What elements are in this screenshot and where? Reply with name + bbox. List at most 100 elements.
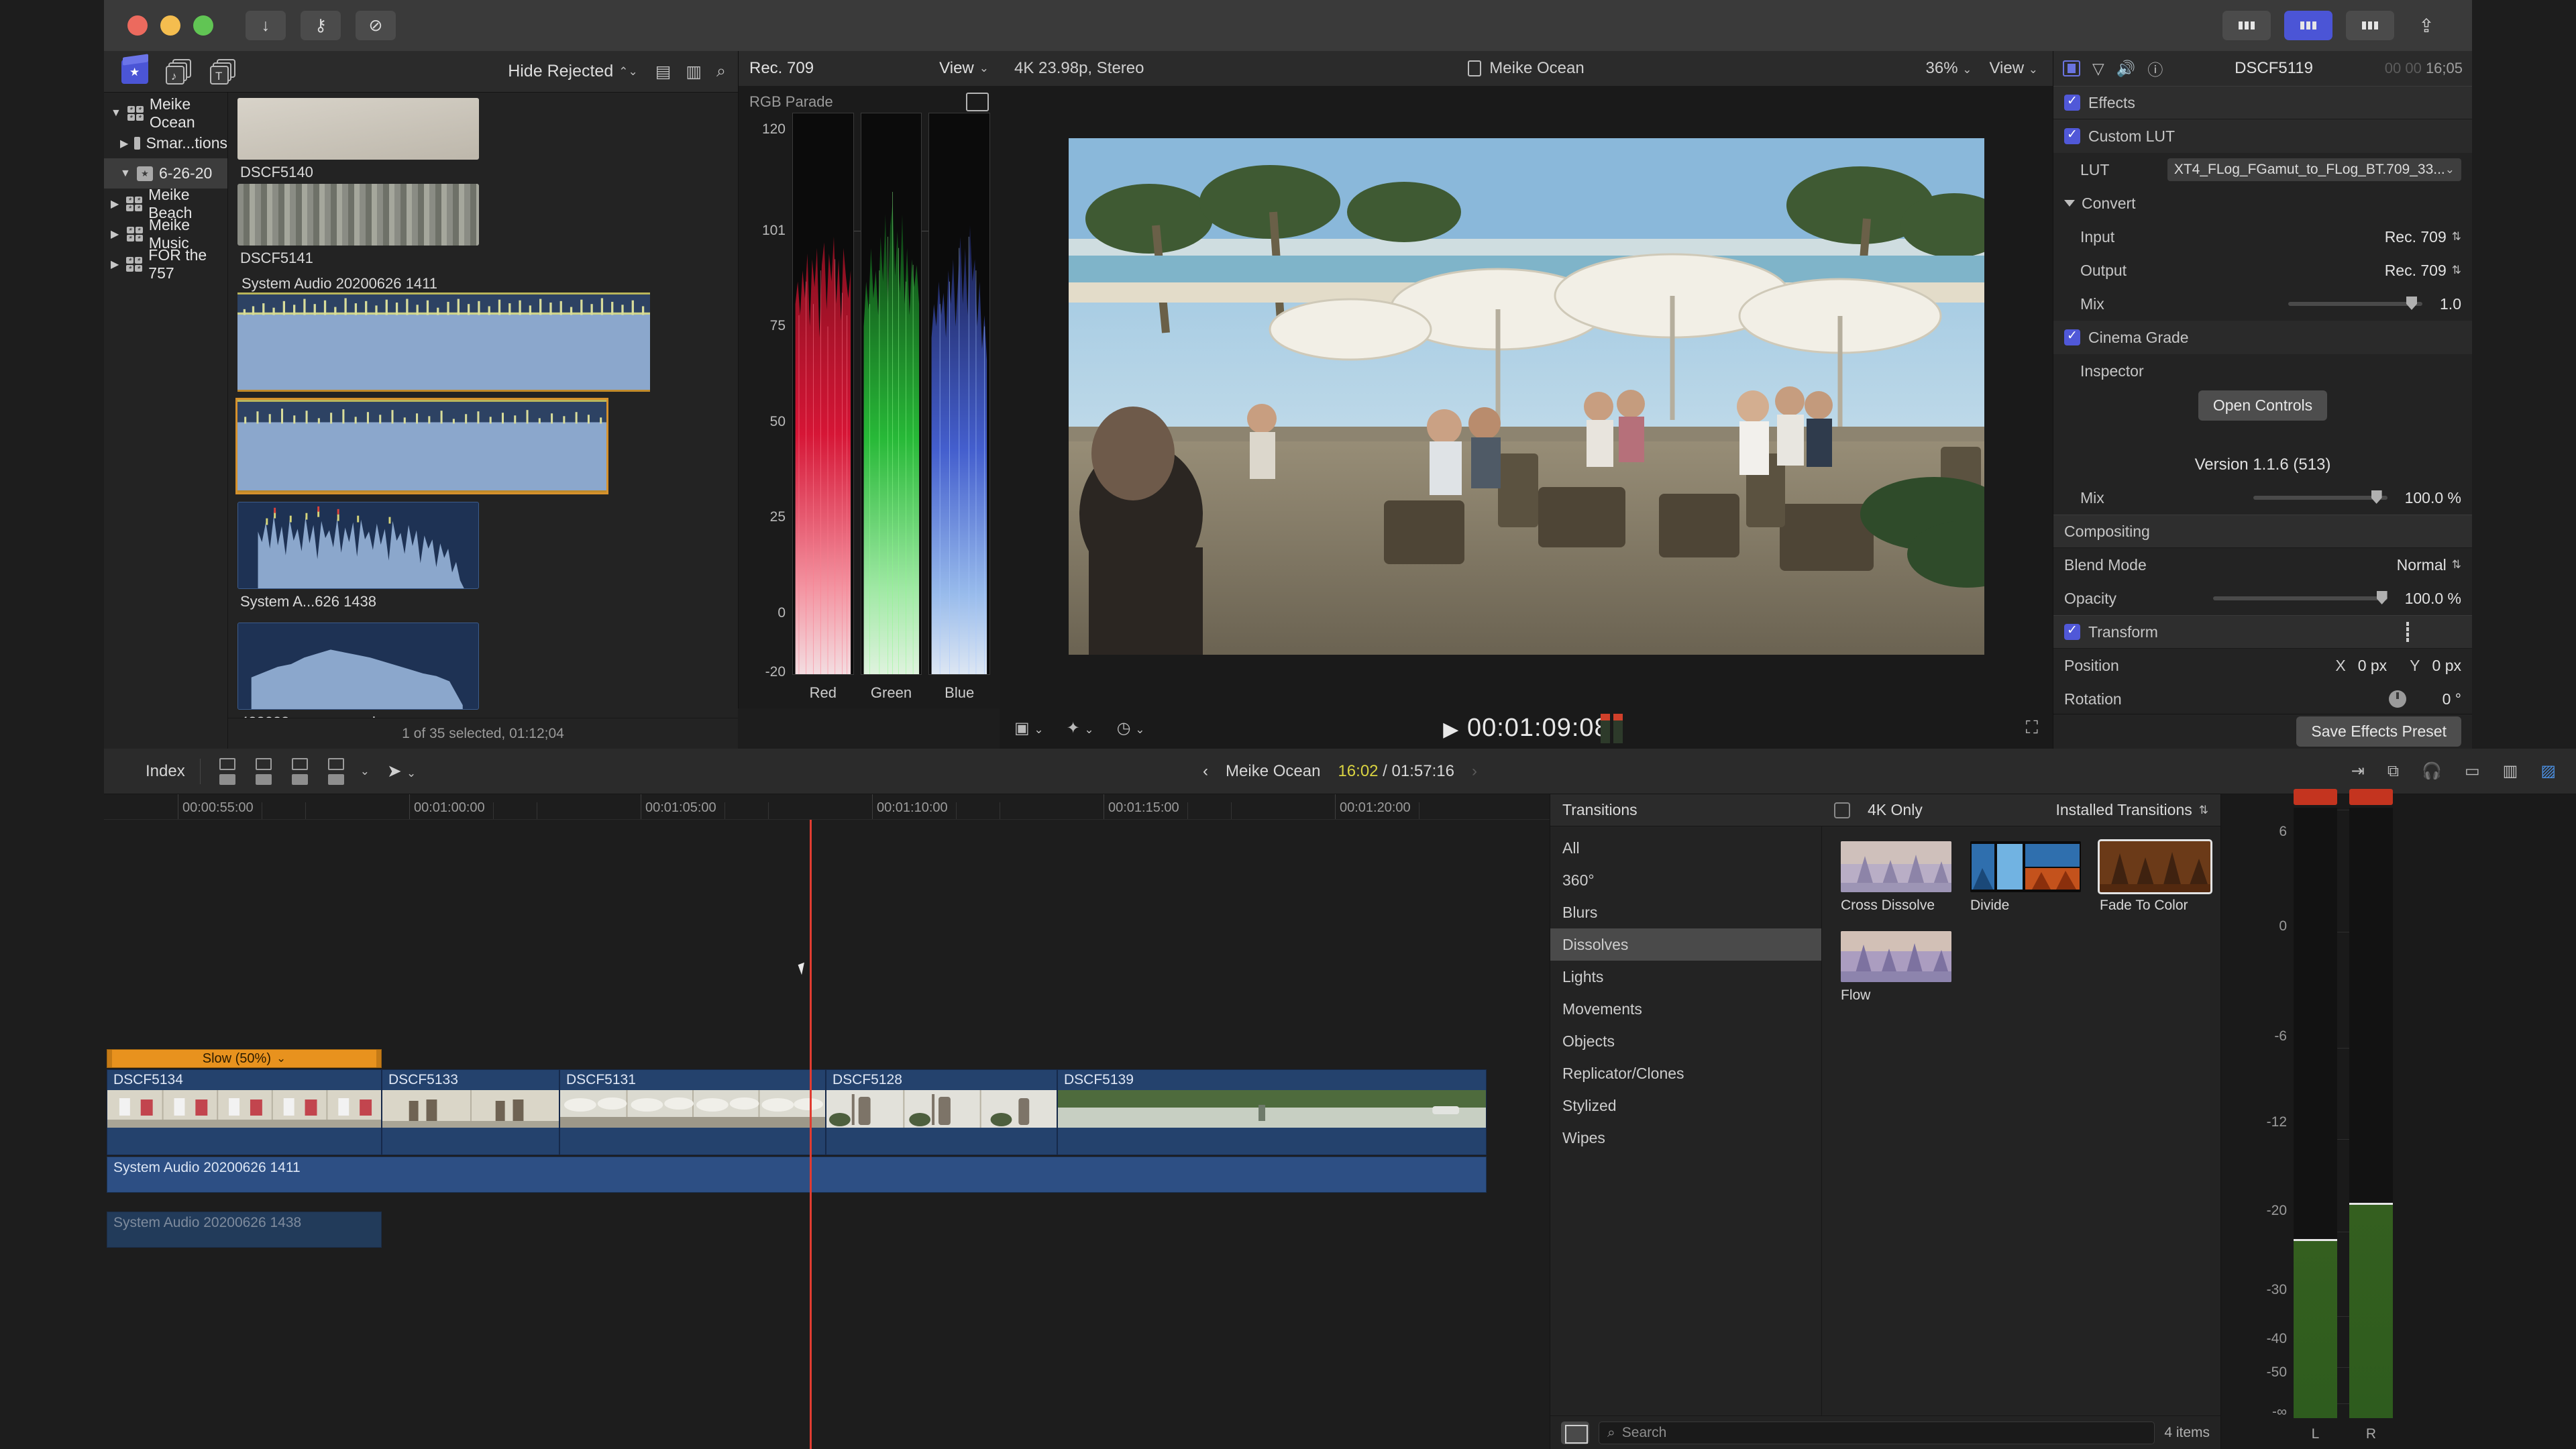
minimize-button[interactable] [160,15,180,36]
list-view-icon[interactable]: ▤ [655,62,672,82]
meter-clip-indicator-left[interactable] [2294,789,2337,805]
browser-toggle-icon[interactable] [2222,11,2271,40]
disclosure-triangle-icon[interactable]: ▶ [120,137,128,150]
info-tab-icon[interactable]: ▽ [2092,60,2104,78]
lut-dropdown[interactable]: XT4_FLog_FGamut_to_FLog_BT.709_33... ⌄ [2167,158,2461,181]
disclosure-triangle-icon[interactable]: ▼ [111,107,121,119]
zoom-icon[interactable]: ▭ [2465,761,2480,781]
browser-audio-clip[interactable]: System Audio 20200626 1411 [237,271,650,392]
select-tool-icon[interactable]: ➤ ⌄ [387,761,416,782]
chevron-down-icon[interactable]: ⌄ [360,765,370,778]
audio-meters-panel[interactable]: 6 0 -6 -12 -20 -30 -40 -50 -∞ L R [2220,789,2576,1449]
transition-item[interactable]: Cross Dissolve [1841,841,1951,914]
sidebar-toggle-icon[interactable] [1561,1421,1589,1444]
position-x-value[interactable]: 0 px [2358,657,2387,675]
viewer-audio-meter[interactable] [1601,714,1623,743]
category-wipes[interactable]: Wipes [1550,1122,1821,1154]
cinema-grade-checkbox[interactable] [2064,328,2080,345]
close-button[interactable] [127,15,148,36]
titles-browser-icon[interactable]: T [205,57,242,87]
mix-slider[interactable] [2288,297,2423,310]
audio-tab-icon[interactable]: 🔊 [2116,60,2136,78]
sidebar-item-for-the-757[interactable]: ▶ ★ ★ ★ ★ FOR the 757 [104,246,227,282]
forward-chevron-icon[interactable]: › [1472,762,1477,781]
transition-item-selected[interactable]: Fade To Color [2098,839,2212,914]
timeline-audio-clip[interactable]: System Audio 20200626 1438 [107,1212,382,1248]
trim-icon[interactable]: ⇥ [2351,761,2365,781]
custom-lut-section[interactable]: Custom LUT [2053,119,2472,153]
disclosure-triangle-icon[interactable]: ▶ [111,227,121,241]
position-y-value[interactable]: 0 px [2432,657,2461,675]
input-popup[interactable]: Rec. 709 ⇅ [2385,228,2461,246]
playhead[interactable] [810,820,812,1449]
category-all[interactable]: All [1550,832,1821,864]
audio-icon[interactable]: 🎧 [2422,761,2442,781]
rotation-dial[interactable] [2388,690,2406,708]
clip-appearance-icon[interactable]: ⧉ [2387,762,2399,781]
category-objects[interactable]: Objects [1550,1025,1821,1057]
timeline-clip[interactable]: DSCF5139 [1057,1069,1487,1155]
timeline-body[interactable]: Slow (50%) ⌄ DSCF5134 DSCF5133 DSCF5131 … [104,820,1550,1449]
open-controls-button[interactable]: Open Controls [2198,390,2328,421]
media-browser-icon[interactable] [116,57,154,87]
opacity-slider[interactable] [2212,591,2387,604]
retime-bar[interactable]: Slow (50%) ⌄ [107,1049,382,1068]
timeline-clip[interactable]: DSCF5133 [382,1069,559,1155]
save-effects-preset-button[interactable]: Save Effects Preset [2296,716,2461,747]
category-lights[interactable]: Lights [1550,961,1821,993]
category-360[interactable]: 360° [1550,864,1821,896]
category-stylized[interactable]: Stylized [1550,1089,1821,1122]
audio-browser-icon[interactable]: ♪ [160,57,198,87]
transition-item[interactable]: Divide [1970,841,2081,914]
sidebar-item-meike-ocean[interactable]: ▼ ★ ★ ★ ★ Meike Ocean [104,95,227,131]
meter-clip-indicator-right[interactable] [2349,789,2393,805]
filmstrip-view-icon[interactable]: ▥ [686,62,702,82]
custom-lut-checkbox[interactable] [2064,127,2080,144]
video-tab-icon[interactable] [2063,60,2080,76]
browser-audio-clip[interactable]: System A...626 1438 [237,502,479,610]
hide-rejected-filter[interactable]: Hide Rejected ⌃⌄ [508,62,638,81]
timeline-panel[interactable]: 00:00:55:00 00:01:00:00 00:01:05:00 00:0… [104,794,1550,1449]
zoom-button[interactable] [193,15,213,36]
disclosure-triangle-icon[interactable]: ▶ [111,197,120,211]
cinema-grade-section[interactable]: Cinema Grade [2053,321,2472,354]
display-icon[interactable]: ▥ [2503,761,2518,781]
scope-view-menu[interactable]: View ⌄ [939,59,989,78]
rotation-value[interactable]: 0 ° [2443,690,2461,708]
metadata-tab-icon[interactable]: ⓘ [2147,57,2163,80]
installed-transitions-menu[interactable]: Installed Transitions ⇅ [2055,801,2208,819]
disclosure-triangle-icon[interactable]: ▶ [111,258,120,271]
sidebar-item-6-26-20[interactable]: ▼ ★ 6-26-20 [104,158,227,189]
timeline-audio-clip[interactable]: System Audio 20200626 1411 [107,1157,1487,1193]
effects-section-header[interactable]: Effects [2053,86,2472,119]
viewer-view-menu[interactable]: View ⌄ [1989,59,2038,78]
browser-audio-clip-selected[interactable] [235,398,650,494]
viewer-timecode[interactable]: ▶ 00:01:09:08 [1000,714,2053,743]
disclosure-triangle-icon[interactable] [2064,200,2075,207]
overwrite-edit-icon[interactable] [324,757,348,785]
transform-section-header[interactable]: Transform [2053,615,2472,649]
timeline-clip[interactable]: DSCF5128 [826,1069,1057,1155]
sidebar-item-meike-music[interactable]: ▶ ★ ★ ★ ★ Meike Music [104,216,227,252]
category-replicator-clones[interactable]: Replicator/Clones [1550,1057,1821,1089]
timeline-toggle-icon[interactable] [2284,11,2332,40]
timeline-clip[interactable]: DSCF5134 [107,1069,382,1155]
search-input[interactable]: ⌕ Search [1599,1421,2155,1444]
category-blurs[interactable]: Blurs [1550,896,1821,928]
clips-area[interactable]: DSCF5140 DSCF5141 System Audio 20200626 … [228,93,738,749]
browser-audio-clip[interactable]: 438283_...um-speed [237,623,479,731]
4k-only-checkbox[interactable] [1834,802,1850,818]
category-movements[interactable]: Movements [1550,993,1821,1025]
transform-checkbox[interactable] [2064,623,2080,640]
import-media-icon[interactable]: ↓ [246,11,286,40]
browser-clip[interactable]: DSCF5141 [237,184,479,267]
effects-checkbox[interactable] [2064,93,2080,111]
timeline-clip[interactable]: DSCF5131 [559,1069,826,1155]
append-edit-icon[interactable] [288,757,312,785]
background-tasks-icon[interactable]: ⊘ [356,11,396,40]
disclosure-triangle-icon[interactable]: ▼ [120,168,131,180]
connect-edit-icon[interactable] [215,757,239,785]
color-icon[interactable]: ▨ [2540,761,2556,781]
sidebar-item-smart-collections[interactable]: ▶ Smar...tions [104,128,227,158]
scope-settings-icon[interactable] [966,93,989,111]
